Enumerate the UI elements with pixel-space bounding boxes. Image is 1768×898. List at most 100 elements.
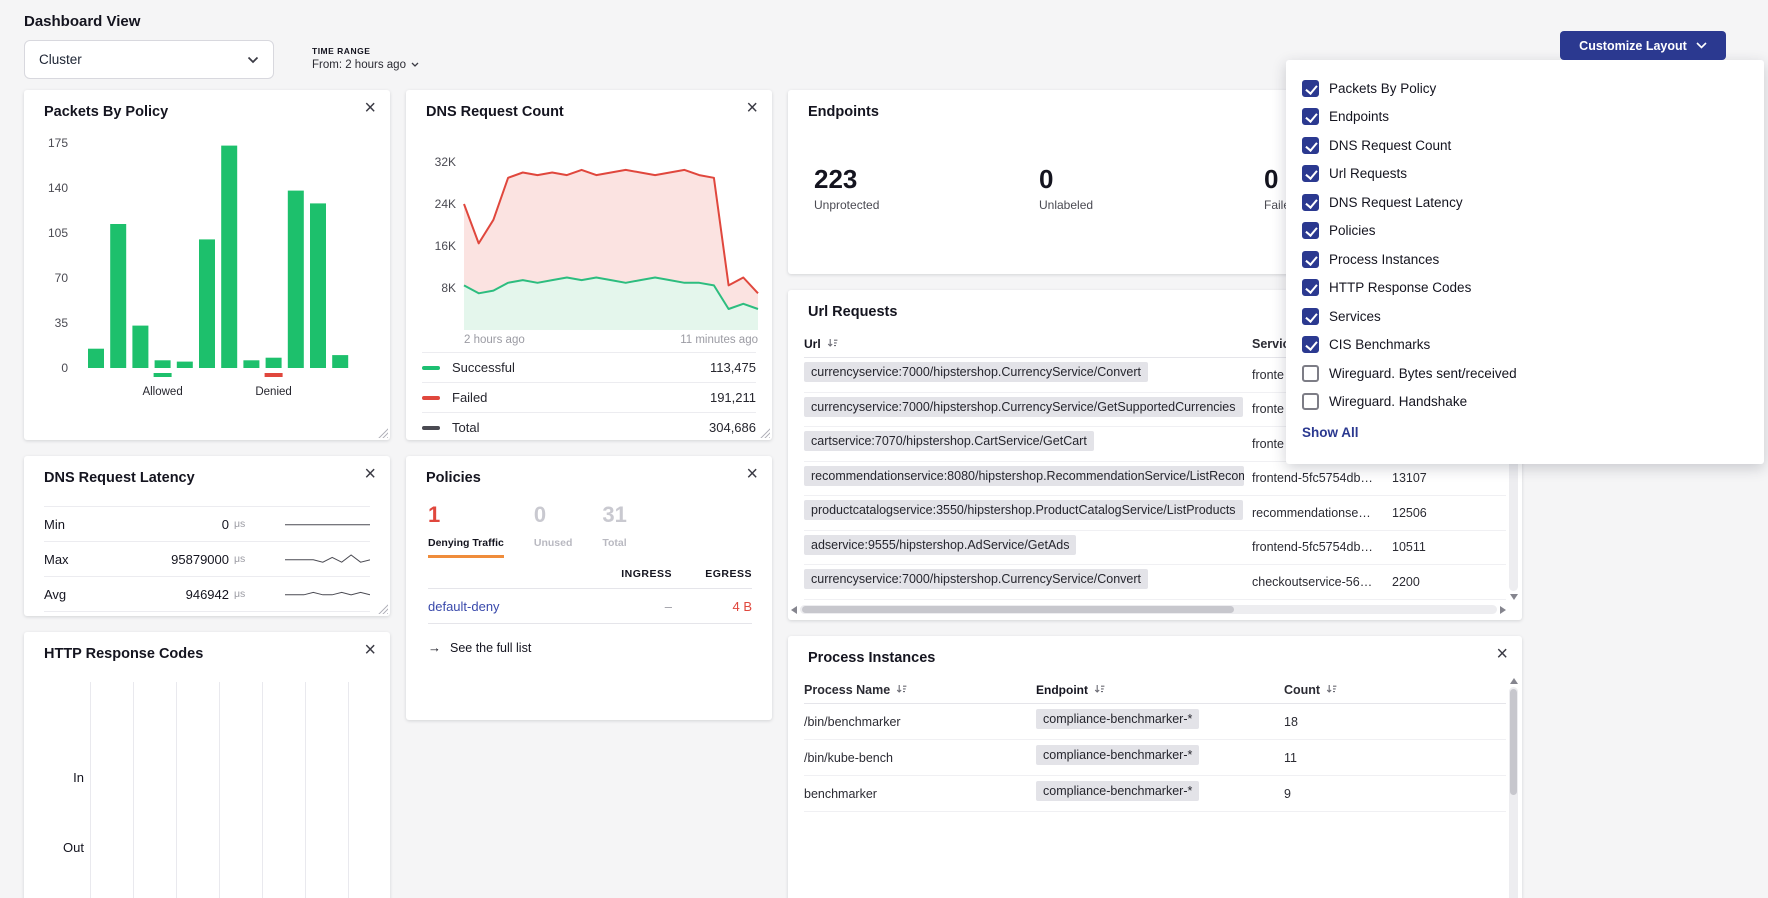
menu-item-label: HTTP Response Codes bbox=[1329, 280, 1471, 295]
url-request-row[interactable]: recommendationservice:8080/hipstershop.R… bbox=[804, 462, 1506, 497]
vertical-scrollbar[interactable] bbox=[1507, 678, 1520, 898]
show-all-link[interactable]: Show All bbox=[1302, 425, 1748, 440]
scroll-down-icon[interactable] bbox=[1510, 594, 1518, 600]
close-icon[interactable] bbox=[746, 98, 758, 118]
menu-item[interactable]: DNS Request Latency bbox=[1302, 188, 1748, 217]
resize-handle[interactable] bbox=[377, 603, 388, 614]
customize-layout-label: Customize Layout bbox=[1579, 39, 1687, 53]
time-range-from[interactable]: From: 2 hours ago bbox=[312, 59, 419, 71]
resize-handle[interactable] bbox=[377, 427, 388, 438]
process-name-cell: benchmarker bbox=[804, 787, 1036, 801]
checkbox[interactable] bbox=[1302, 222, 1319, 239]
column-header-count[interactable]: Count bbox=[1284, 683, 1506, 697]
menu-item[interactable]: CIS Benchmarks bbox=[1302, 331, 1748, 360]
close-icon[interactable] bbox=[364, 640, 376, 660]
process-row[interactable]: benchmarkercompliance-benchmarker-*9 bbox=[804, 776, 1506, 812]
scrollbar-track[interactable] bbox=[800, 605, 1497, 614]
menu-item[interactable]: Wireguard. Bytes sent/received bbox=[1302, 359, 1748, 388]
scroll-right-icon[interactable] bbox=[1500, 606, 1506, 614]
latency-unit: μs bbox=[229, 588, 264, 600]
see-full-list-link[interactable]: See the full list bbox=[428, 640, 531, 655]
card-title: DNS Request Count bbox=[426, 104, 564, 120]
scrollbar-thumb[interactable] bbox=[1510, 689, 1517, 795]
menu-item[interactable]: Process Instances bbox=[1302, 245, 1748, 274]
checkbox[interactable] bbox=[1302, 336, 1319, 353]
policy-name-link[interactable]: default-deny bbox=[428, 599, 587, 614]
checkbox[interactable] bbox=[1302, 365, 1319, 382]
svg-text:32K: 32K bbox=[435, 155, 456, 169]
card-title: Endpoints bbox=[808, 104, 879, 120]
menu-item[interactable]: Url Requests bbox=[1302, 160, 1748, 189]
close-icon[interactable] bbox=[746, 464, 758, 484]
menu-item[interactable]: Services bbox=[1302, 302, 1748, 331]
stat-label: Denying Traffic bbox=[428, 537, 504, 558]
column-header-endpoint[interactable]: Endpoint bbox=[1036, 683, 1284, 697]
card-title: HTTP Response Codes bbox=[44, 646, 203, 662]
horizontal-scrollbar[interactable] bbox=[791, 603, 1506, 616]
checkbox[interactable] bbox=[1302, 194, 1319, 211]
time-range: TIME RANGE From: 2 hours ago bbox=[312, 46, 419, 71]
latency-label: Min bbox=[44, 517, 114, 532]
checkbox[interactable] bbox=[1302, 165, 1319, 182]
close-icon[interactable] bbox=[364, 98, 376, 118]
customize-layout-button[interactable]: Customize Layout bbox=[1560, 31, 1726, 60]
view-scope-select[interactable]: Cluster bbox=[24, 40, 274, 79]
policies-card: Policies 1 Denying Traffic 0 Unused 31 T… bbox=[406, 456, 772, 720]
scrollbar-thumb[interactable] bbox=[802, 606, 1234, 613]
latency-value: 95879000 bbox=[114, 552, 229, 567]
menu-item[interactable]: Packets By Policy bbox=[1302, 74, 1748, 103]
latency-row-avg: Avg 946942 μs bbox=[44, 576, 370, 612]
menu-item[interactable]: Policies bbox=[1302, 217, 1748, 246]
checkbox[interactable] bbox=[1302, 279, 1319, 296]
scroll-up-icon[interactable] bbox=[1510, 678, 1518, 684]
customize-layout-menu: Packets By PolicyEndpointsDNS Request Co… bbox=[1286, 60, 1764, 464]
stat-label: Unprotected bbox=[814, 198, 1039, 212]
stat-unused[interactable]: 0 Unused bbox=[534, 502, 573, 558]
menu-item[interactable]: DNS Request Count bbox=[1302, 131, 1748, 160]
resize-handle[interactable] bbox=[759, 427, 770, 438]
checkbox[interactable] bbox=[1302, 251, 1319, 268]
menu-item[interactable]: Endpoints bbox=[1302, 103, 1748, 132]
chevron-down-icon bbox=[1696, 42, 1707, 49]
policy-row[interactable]: default-deny – 4 B bbox=[428, 589, 752, 624]
process-instances-table: Process Name Endpoint Count /bin/benchma… bbox=[788, 676, 1522, 812]
scrollbar-track[interactable] bbox=[1509, 687, 1518, 898]
legend-label: Failed bbox=[452, 390, 487, 405]
svg-text:140: 140 bbox=[48, 181, 68, 195]
scroll-left-icon[interactable] bbox=[791, 606, 797, 614]
endpoint-cell: compliance-benchmarker-* bbox=[1036, 745, 1284, 770]
menu-item-label: Wireguard. Handshake bbox=[1329, 394, 1467, 409]
process-row[interactable]: /bin/benchmarkercompliance-benchmarker-*… bbox=[804, 704, 1506, 740]
checkbox[interactable] bbox=[1302, 308, 1319, 325]
process-row[interactable]: /bin/kube-benchcompliance-benchmarker-*1… bbox=[804, 740, 1506, 776]
count-cell: 13107 bbox=[1392, 471, 1506, 485]
latency-unit: μs bbox=[229, 518, 264, 530]
menu-item[interactable]: Wireguard. Handshake bbox=[1302, 388, 1748, 417]
url-request-row[interactable]: currencyservice:7000/hipstershop.Currenc… bbox=[804, 565, 1506, 600]
column-header-label: Count bbox=[1284, 683, 1320, 697]
stat-denying-traffic[interactable]: 1 Denying Traffic bbox=[428, 502, 504, 558]
stat-label: Unused bbox=[534, 537, 573, 549]
checkbox[interactable] bbox=[1302, 393, 1319, 410]
column-header-process-name[interactable]: Process Name bbox=[804, 683, 1036, 697]
card-title: Policies bbox=[426, 470, 481, 486]
url-request-row[interactable]: adservice:9555/hipstershop.AdService/Get… bbox=[804, 531, 1506, 566]
svg-text:0: 0 bbox=[61, 361, 68, 375]
checkbox[interactable] bbox=[1302, 80, 1319, 97]
url-request-row[interactable]: productcatalogservice:3550/hipstershop.P… bbox=[804, 496, 1506, 531]
menu-item[interactable]: HTTP Response Codes bbox=[1302, 274, 1748, 303]
close-icon[interactable] bbox=[364, 464, 376, 484]
legend-label: Total bbox=[452, 420, 479, 435]
endpoint-pill: compliance-benchmarker-* bbox=[1036, 709, 1199, 729]
url-pill: cartservice:7070/hipstershop.CartService… bbox=[804, 431, 1094, 451]
policy-egress-value: 4 B bbox=[672, 599, 752, 614]
close-icon[interactable] bbox=[1496, 644, 1508, 664]
policies-stats: 1 Denying Traffic 0 Unused 31 Total bbox=[428, 502, 627, 558]
column-header-url[interactable]: Url bbox=[804, 337, 1252, 351]
stat-value: 223 bbox=[814, 164, 1039, 195]
svg-text:70: 70 bbox=[55, 271, 69, 285]
stat-total[interactable]: 31 Total bbox=[602, 502, 626, 558]
checkbox[interactable] bbox=[1302, 137, 1319, 154]
checkbox[interactable] bbox=[1302, 108, 1319, 125]
count-cell: 10511 bbox=[1392, 540, 1506, 554]
